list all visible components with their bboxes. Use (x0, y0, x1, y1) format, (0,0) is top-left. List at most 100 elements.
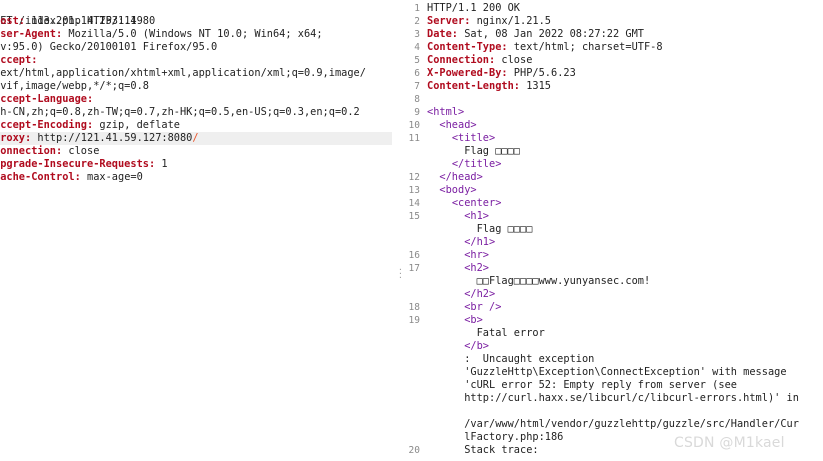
response-header-key: Connection: (427, 54, 496, 66)
html-tag: </h2> (464, 288, 496, 300)
header-value: Mozilla/5.0 (Windows NT 10.0; Win64; x64… (62, 28, 323, 40)
response-header-value: Sat, 08 Jan 2022 08:27:22 GMT (458, 28, 644, 40)
response-line: 3 Date: Sat, 08 Jan 2022 08:27:22 GMT (408, 28, 823, 41)
response-header-value: text/html; charset=UTF-8 (507, 41, 663, 53)
line-number: 6 (414, 68, 420, 79)
request-header-row: text/html,application/xhtml+xml,applicat… (0, 67, 392, 80)
response-line: 1 HTTP/1.1 200 OK (408, 2, 823, 15)
response-line: </h2> (408, 288, 823, 301)
response-line: 11 <title> (408, 132, 823, 145)
response-line: Fatal error (427, 327, 545, 339)
response-line: Flag □□□□ (427, 223, 533, 235)
request-header-row: Accept-Encoding: gzip, deflate (0, 119, 392, 132)
header-value: http://121.41.59.127:8080 (31, 132, 193, 144)
request-header-row: User-Agent: Mozilla/5.0 (Windows NT 10.0… (0, 28, 392, 41)
pane-divider[interactable] (392, 0, 408, 461)
header-value: max-age=0 (80, 171, 143, 183)
response-line: 9 <html> (408, 106, 823, 119)
line-number: 18 (408, 302, 420, 313)
header-key: Upgrade-Insecure-Requests: (0, 158, 156, 170)
resize-grip-icon[interactable]: · · · (398, 266, 403, 286)
response-line: 'GuzzleHttp\Exception\ConnectException' … (427, 366, 787, 378)
header-key: Connection: (0, 145, 63, 157)
html-tag: <center> (451, 197, 502, 209)
line-number: 2 (414, 16, 420, 27)
header-value: close (62, 145, 100, 157)
html-tag: <br /> (464, 301, 502, 313)
response-line: □□Flag□□□□www.yunyansec.com! (427, 275, 651, 287)
response-line: 18 <br /> (408, 301, 823, 314)
line-number: 19 (408, 315, 420, 326)
header-value: gzip, deflate (93, 119, 180, 131)
header-value: zh-CN,zh;q=0.8,zh-TW;q=0.7,zh-HK;q=0.5,e… (0, 106, 360, 118)
response-header-value: PHP/5.6.23 (507, 67, 576, 79)
header-key: Accept-Language: (0, 93, 94, 105)
header-value: text/html,application/xhtml+xml,applicat… (0, 67, 366, 79)
line-number: 1 (414, 3, 420, 14)
response-line (408, 405, 823, 418)
html-tag: </head> (439, 171, 483, 183)
request-header-row: Accept-Language: (0, 93, 392, 106)
html-tag: </title> (451, 158, 502, 170)
line-number: 17 (408, 263, 420, 274)
request-header-row: Host: 113.201.14.253:14980 (0, 15, 392, 28)
header-key: Host: (0, 15, 25, 27)
header-key: Accept-Encoding: (0, 119, 94, 131)
request-header-row: Upgrade-Insecure-Requests: 1 (0, 158, 392, 171)
response-line: 15 <h1> (408, 210, 823, 223)
response-line: 5 Connection: close (408, 54, 823, 67)
request-header-row: Cache-Control: max-age=0 (0, 171, 392, 184)
html-tag: <html> (427, 106, 465, 118)
response-header-key: Content-Type: (427, 41, 508, 53)
response-line: 4 Content-Type: text/html; charset=UTF-8 (408, 41, 823, 54)
request-header-row: Proxy: http://121.41.59.127:8080/ (0, 132, 392, 145)
response-header-key: Content-Length: (427, 80, 520, 92)
line-number: 12 (408, 172, 420, 183)
response-line: 14 <center> (408, 197, 823, 210)
response-line: </b> (408, 340, 823, 353)
html-tag: <h2> (464, 262, 490, 274)
request-header-row: zh-CN,zh;q=0.8,zh-TW;q=0.7,zh-HK;q=0.5,e… (0, 106, 392, 119)
response-line: 12 </head> (408, 171, 823, 184)
response-line: 10 <head> (408, 119, 823, 132)
line-number: 16 (408, 250, 420, 261)
response-header-value: close (495, 54, 533, 66)
line-number: 15 (408, 211, 420, 222)
response-line: http://curl.haxx.se/libcurl/c/libcurl-er… (427, 392, 799, 404)
line-number: 7 (414, 81, 420, 92)
header-value: rv:95.0) Gecko/20100101 Firefox/95.0 (0, 41, 218, 53)
html-tag: <hr> (464, 249, 490, 261)
response-line: 16 <hr> (408, 249, 823, 262)
header-value: 113.201.14.253:14980 (25, 15, 156, 27)
text-cursor: / (192, 132, 199, 144)
header-key: Cache-Control: (0, 171, 81, 183)
html-tag: </h1> (464, 236, 496, 248)
line-number: 9 (414, 107, 420, 118)
line-number: 13 (408, 185, 420, 196)
response-line: </h1> (408, 236, 823, 249)
response-header-value: 1315 (520, 80, 551, 92)
response-line: : Uncaught exception (427, 353, 595, 365)
header-value: 1 (155, 158, 168, 170)
response-line: 7 Content-Length: 1315 (408, 80, 823, 93)
request-header-row: avif,image/webp,*/*;q=0.8 (0, 80, 392, 93)
response-pane[interactable]: 1 HTTP/1.1 200 OK 2 Server: nginx/1.21.5 3 Da… (408, 0, 823, 461)
response-line: Flag □□□□ (427, 145, 520, 157)
line-number: 20 (408, 445, 420, 456)
response-line: /var/www/html/vendor/guzzlehttp/guzzle/s… (427, 418, 799, 430)
line-number: 4 (414, 42, 420, 53)
response-line: 6 X-Powered-By: PHP/5.6.23 (408, 67, 823, 80)
html-tag: <head> (439, 119, 477, 131)
response-line: 'cURL error 52: Empty reply from server … (427, 379, 737, 391)
response-header-key: X-Powered-By: (427, 67, 508, 79)
header-value: avif,image/webp,*/*;q=0.8 (0, 80, 149, 92)
request-pane[interactable]: GET /index.php HTTP/1.1 Host: 113.201.14… (0, 0, 392, 461)
header-key: Accept: (0, 54, 38, 66)
response-line: </title> (408, 158, 823, 171)
request-line-row: GET /index.php HTTP/1.1 (0, 2, 392, 27)
response-header-value: nginx/1.21.5 (470, 15, 551, 27)
request-header-row: rv:95.0) Gecko/20100101 Firefox/95.0 (0, 41, 392, 54)
response-line: 8 (408, 93, 823, 106)
request-header-row: Accept: (0, 54, 392, 67)
watermark: CSDN @M1kael (674, 435, 785, 451)
